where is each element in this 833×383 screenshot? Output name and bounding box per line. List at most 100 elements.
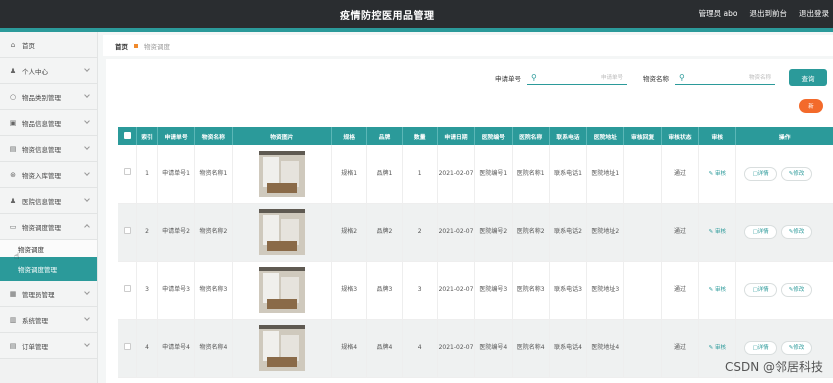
audit-link-label: 审核	[714, 345, 726, 351]
search-label-apply-no: 申请单号	[495, 74, 521, 83]
back-to-frontend-link[interactable]: 退出到前台	[750, 8, 788, 19]
col-header: 物资名称	[194, 127, 233, 145]
row-select-cell[interactable]	[118, 145, 138, 204]
cell-brand: 品牌4	[366, 319, 403, 378]
cell-spec: 规格4	[331, 319, 368, 378]
edit-button-label: 修改	[793, 345, 805, 351]
cell-brand: 品牌2	[366, 203, 403, 262]
sidebar-item-item-info[interactable]: ▣ 物品信息管理	[0, 110, 97, 136]
cell-brand: 品牌3	[366, 261, 403, 320]
cell-addr: 医院地址2	[586, 203, 625, 262]
detail-button-label: 详情	[757, 287, 769, 293]
cell-idx: 4	[136, 319, 158, 378]
chevron-down-icon	[84, 341, 90, 347]
cell-hosp-name: 医院名称1	[512, 145, 550, 204]
admin-icon: ▦	[9, 289, 17, 298]
edit-button[interactable]: ✎ 修改	[780, 166, 813, 181]
detail-button-label: 详情	[757, 170, 769, 177]
content-panel: 申请单号 ⚲ 申请单号 物资名称 ⚲ 物资名称 查询 新 索引 申请单号 物资名称 …	[106, 59, 833, 383]
list-icon: ▤	[9, 144, 17, 153]
audit-link[interactable]: ✎ 审核	[709, 229, 726, 235]
row-checkbox[interactable]	[123, 226, 131, 234]
detail-button[interactable]: ▢ 详情	[744, 225, 777, 239]
home-icon: ⌂	[10, 40, 16, 49]
search-field-apply-no: 申请单号 ⚲ 申请单号	[495, 71, 627, 85]
audit-cell: ✎ 审核	[698, 145, 737, 204]
cell-spec: 规格3	[331, 261, 368, 320]
cell-apply-no: 申请单号1	[157, 145, 196, 204]
detail-button[interactable]: ▢ 详情	[744, 166, 777, 181]
search-bar: 申请单号 ⚲ 申请单号 物资名称 ⚲ 物资名称 查询	[495, 69, 827, 86]
cell-name: 物资名称3	[194, 261, 233, 320]
cell-hosp-no: 医院编号2	[474, 203, 513, 262]
row-select-cell[interactable]	[118, 203, 138, 262]
row-checkbox[interactable]	[123, 168, 131, 176]
sidebar-item-system[interactable]: ▥ 系统管理	[0, 307, 97, 333]
cell-name: 物资名称2	[194, 203, 233, 262]
query-button[interactable]: 查询	[789, 69, 827, 86]
audit-link[interactable]: ✎ 审核	[709, 287, 726, 293]
audit-cell: ✎ 审核	[698, 261, 737, 320]
row-select-cell[interactable]	[118, 261, 138, 320]
col-header: 审核	[698, 127, 737, 145]
cell-addr: 医院地址3	[586, 261, 625, 320]
sidebar-item-category[interactable]: ○ 物品类别管理	[0, 84, 97, 110]
top-header: 疫情防控医用品管理 管理员 abo 退出到前台 退出登录	[0, 0, 833, 28]
sidebar: ⌂ 首页 ♟ 个人中心 ○ 物品类别管理 ▣ 物品信息管理 ▤ 物资信息管理 ⊛ 物资入库管…	[0, 32, 98, 383]
sidebar-item-label: 物品类别管理	[22, 93, 61, 102]
cell-name: 物资名称1	[194, 145, 233, 204]
dispatch-table: 索引 申请单号 物资名称 物资图片 规格 品牌 数量 申请日期 医院编号 医院名…	[118, 127, 833, 378]
sidebar-item-label: 首页	[22, 41, 35, 50]
col-header: 审核回复	[623, 127, 662, 145]
detail-button[interactable]: ▢ 详情	[744, 341, 777, 355]
sidebar-item-admin[interactable]: ▦ 管理员管理	[0, 281, 97, 307]
row-select-cell[interactable]	[118, 319, 138, 378]
audit-link[interactable]: ✎ 审核	[709, 171, 726, 177]
col-header: 操作	[735, 127, 833, 145]
sidebar-item-home[interactable]: ⌂ 首页	[0, 32, 97, 58]
chevron-down-icon	[84, 118, 90, 124]
audit-link-label: 审核	[714, 229, 726, 235]
cell-hosp-no: 医院编号1	[474, 145, 513, 204]
sidebar-item-hospital[interactable]: ♟ 医院信息管理	[0, 188, 97, 214]
sidebar-item-personal-center[interactable]: ♟ 个人中心	[0, 58, 97, 84]
breadcrumb-home[interactable]: 首页	[115, 41, 128, 51]
select-all-checkbox[interactable]	[123, 131, 131, 139]
supply-image-cell	[232, 203, 333, 262]
table-row: 3 申请单号3 物资名称3 规格3 品牌3 3 2021-02-07 医院编号3 医院名称3 联系…	[118, 261, 833, 320]
detail-button[interactable]: ▢ 详情	[744, 283, 777, 297]
edit-button[interactable]: ✎ 修改	[780, 225, 813, 239]
supply-image-cell	[232, 261, 333, 320]
sidebar-item-stock-in[interactable]: ⊛ 物资入库管理	[0, 162, 97, 188]
select-all-cell[interactable]	[118, 127, 138, 145]
supply-image	[258, 325, 305, 371]
cell-reply	[623, 145, 662, 204]
apply-no-input[interactable]: ⚲ 申请单号	[527, 71, 627, 85]
col-header: 数量	[402, 127, 438, 145]
edit-button[interactable]: ✎ 修改	[780, 341, 813, 355]
sidebar-item-supply-info[interactable]: ▤ 物资信息管理	[0, 136, 97, 162]
cell-phone: 联系电话1	[549, 145, 588, 204]
cell-apply-no: 申请单号4	[157, 319, 196, 378]
edit-button[interactable]: ✎ 修改	[780, 283, 813, 297]
cell-addr: 医院地址1	[586, 145, 625, 204]
sidebar-item-label: 物品信息管理	[22, 119, 61, 128]
logout-link[interactable]: 退出登录	[799, 8, 829, 19]
sidebar-item-orders[interactable]: ▤ 订单管理	[0, 333, 97, 359]
cell-hosp-name: 医院名称2	[512, 203, 550, 262]
audit-link[interactable]: ✎ 审核	[709, 345, 726, 351]
circle-icon: ○	[9, 92, 17, 101]
supply-name-input[interactable]: ⚲ 物资名称	[675, 71, 775, 85]
sidebar-item-label: 医院信息管理	[22, 197, 61, 206]
sidebar-item-dispatch[interactable]: ▭ 物资调度管理	[0, 214, 97, 240]
cell-idx: 1	[136, 145, 158, 204]
table-row: 1 申请单号1 物资名称1 规格1 品牌1 1 2021-02-07 医院编号1 医院名称1 联系…	[118, 145, 833, 204]
detail-button-label: 详情	[757, 229, 769, 235]
mouse-cursor-icon: ☝	[14, 252, 20, 262]
row-checkbox[interactable]	[123, 342, 131, 350]
row-checkbox[interactable]	[123, 284, 131, 292]
add-button[interactable]: 新	[799, 99, 823, 113]
cell-reply	[623, 319, 662, 378]
audit-link-label: 审核	[714, 287, 726, 293]
supply-image-cell	[232, 145, 333, 204]
